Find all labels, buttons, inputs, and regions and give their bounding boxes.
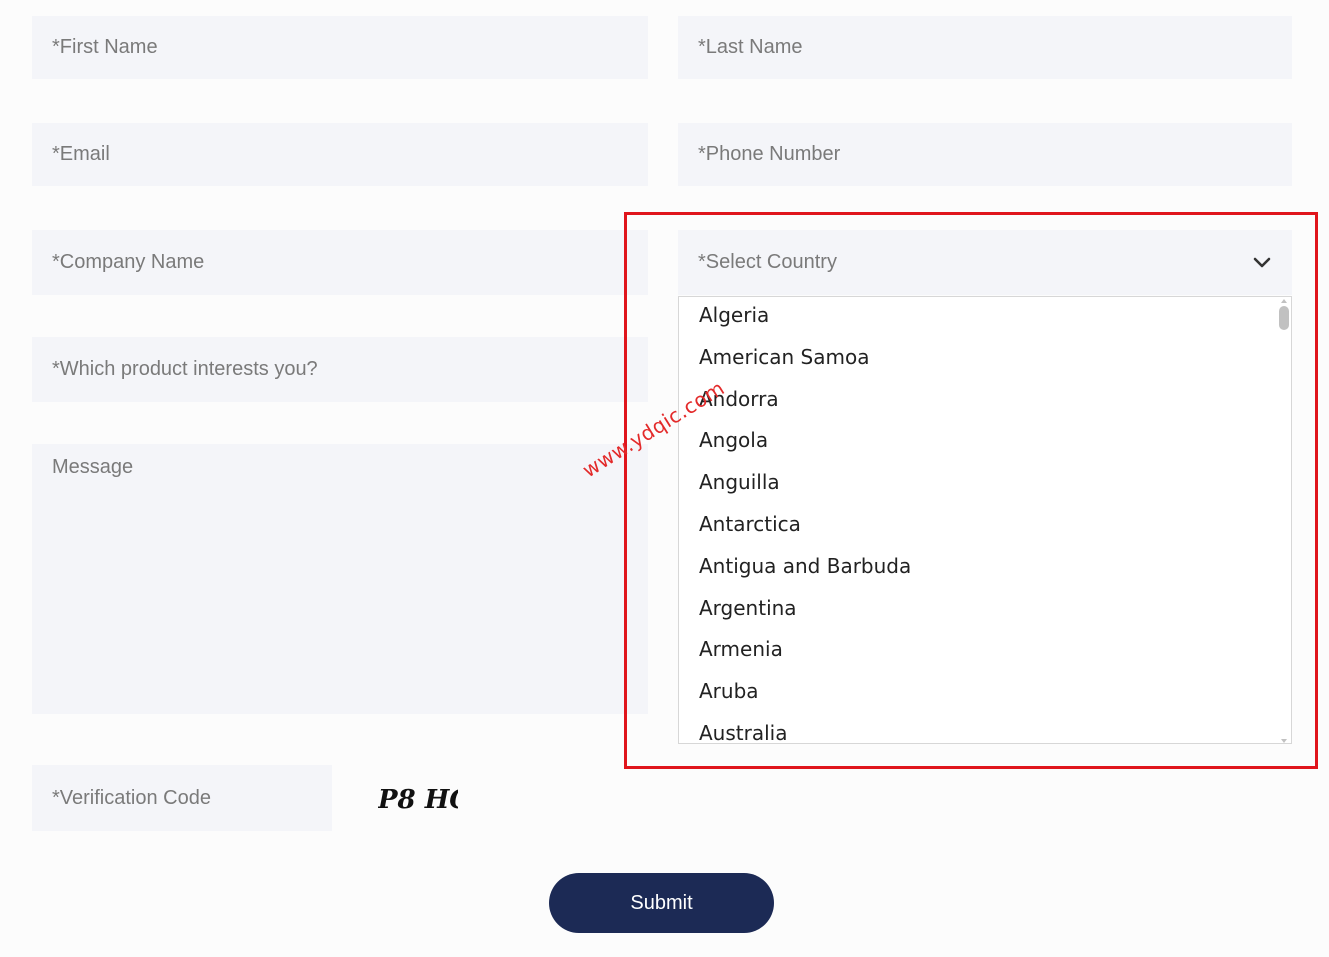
chevron-down-icon-graphic (1253, 257, 1271, 267)
country-select-placeholder: *Select Country (698, 251, 837, 273)
scrollbar-thumb[interactable] (1279, 306, 1289, 330)
last-name-input[interactable] (678, 16, 1292, 79)
scroll-down-arrow-icon[interactable] (1281, 739, 1287, 743)
country-option-antigua-and-barbuda[interactable]: Antigua and Barbuda (679, 548, 1291, 590)
first-name-input[interactable] (32, 16, 648, 79)
chevron-down-icon (1252, 253, 1272, 273)
country-dropdown-list[interactable]: Algeria American Samoa Andorra Angola An… (678, 296, 1292, 744)
submit-button[interactable]: Submit (549, 873, 774, 933)
dropdown-scrollbar[interactable] (1278, 299, 1290, 743)
country-option-andorra[interactable]: Andorra (679, 381, 1291, 423)
country-option-angola[interactable]: Angola (679, 422, 1291, 464)
country-options: Algeria American Samoa Andorra Angola An… (679, 297, 1291, 743)
country-option-american-samoa[interactable]: American Samoa (679, 339, 1291, 381)
country-option-antarctica[interactable]: Antarctica (679, 506, 1291, 548)
country-option-anguilla[interactable]: Anguilla (679, 464, 1291, 506)
product-interest-input[interactable] (32, 337, 648, 402)
scroll-up-arrow-icon[interactable] (1281, 299, 1287, 303)
country-option-armenia[interactable]: Armenia (679, 631, 1291, 673)
country-option-aruba[interactable]: Aruba (679, 673, 1291, 715)
captcha-image[interactable]: P8 HG (378, 778, 458, 818)
country-option-australia[interactable]: Australia (679, 715, 1291, 743)
verification-code-input[interactable] (32, 765, 332, 831)
country-option-algeria[interactable]: Algeria (679, 297, 1291, 339)
country-option-argentina[interactable]: Argentina (679, 590, 1291, 632)
company-name-input[interactable] (32, 230, 648, 295)
message-textarea[interactable] (32, 444, 648, 714)
email-input[interactable] (32, 123, 648, 186)
phone-number-input[interactable] (678, 123, 1292, 186)
captcha-text: P8 HG (378, 785, 458, 815)
country-select[interactable]: *Select Country (678, 230, 1292, 295)
